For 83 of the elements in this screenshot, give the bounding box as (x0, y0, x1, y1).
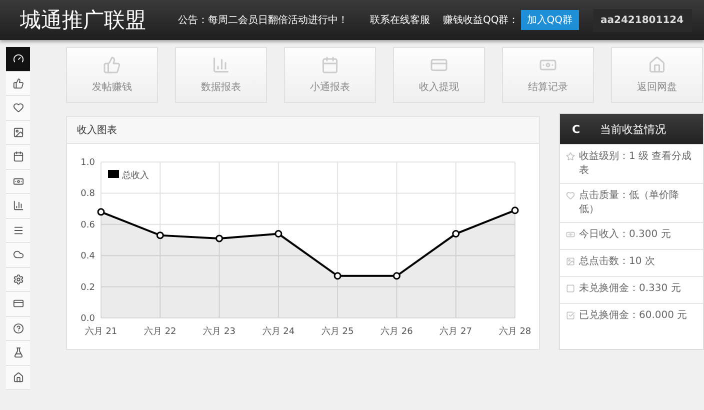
signal-icon (12, 200, 24, 212)
point (452, 230, 460, 238)
qq-group-label: 赚钱收益QQ群： (443, 14, 519, 27)
site-title: 城通推广联盟 (20, 7, 147, 34)
settings-icon (12, 274, 24, 285)
point (156, 232, 164, 240)
stat-text: 总点击数：10 次 (579, 255, 655, 269)
point (392, 272, 400, 280)
thumbs-up-icon (103, 56, 121, 74)
sidebar-item[interactable] (6, 292, 30, 316)
axis-label: 六月 26 (380, 327, 413, 337)
nav-tile[interactable]: 结算记录 (502, 47, 594, 103)
axis-label: 六月 23 (203, 327, 236, 337)
sidebar-item[interactable] (6, 170, 30, 194)
legend-swatch (108, 170, 119, 178)
axis-label: 0.2 (80, 282, 95, 293)
point (334, 272, 342, 280)
heart-icon (12, 102, 24, 114)
stat-text: 未兑换佣金：0.330 元 (579, 282, 681, 296)
sidebar-item[interactable] (6, 120, 30, 145)
axis-label: 0.8 (80, 189, 95, 200)
calendar-icon (12, 151, 24, 162)
square-icon (566, 284, 575, 293)
axis-label: 0.0 (80, 314, 95, 324)
sidebar-item[interactable] (6, 341, 30, 366)
nav-tile[interactable]: 小通报表 (284, 47, 376, 103)
join-qq-button[interactable]: 加入QQ群 (520, 10, 578, 30)
sidebar-item[interactable] (6, 268, 30, 292)
service-link[interactable]: 联系在线客服 (370, 13, 443, 27)
help-icon (12, 322, 24, 334)
thumbs-up-icon (12, 78, 24, 89)
axis-label: 六月 21 (84, 327, 118, 337)
username[interactable]: aa2421801124 (592, 8, 692, 32)
axis-label: 六月 24 (262, 327, 295, 337)
panel-title: 收入图表 (77, 124, 117, 137)
home-icon (12, 372, 24, 383)
menu-icon (12, 224, 24, 236)
cloud-icon (12, 249, 24, 260)
star-icon (566, 152, 575, 161)
sidebar-item[interactable] (6, 366, 30, 390)
nav-tile[interactable]: 收入提现 (393, 47, 485, 103)
point (511, 206, 519, 214)
point (274, 230, 282, 238)
axis-label: 0.4 (80, 252, 95, 262)
credit-card-icon (12, 298, 24, 310)
axis-label: 六月 25 (321, 327, 354, 337)
axis-label: 0.6 (80, 220, 95, 230)
banknote-icon (566, 230, 575, 239)
image-icon (12, 126, 24, 138)
home-icon (648, 56, 666, 74)
nav-tile[interactable]: 返回网盘 (611, 47, 703, 103)
dashboard-icon (12, 53, 24, 64)
nav-tile[interactable]: 数据报表 (175, 47, 267, 103)
axis-label: 六月 28 (498, 327, 531, 337)
stats-title: 当前收益情况 (600, 122, 666, 136)
heart-icon (566, 191, 575, 200)
axis-label: 1.0 (80, 158, 95, 168)
nav-tile[interactable]: 发帖赚钱 (66, 47, 158, 103)
flask-icon (12, 347, 24, 358)
legend-label: 总收入 (122, 171, 149, 181)
image-icon (566, 257, 575, 266)
point (216, 234, 224, 242)
stat-text: 已兑换佣金：60.000 元 (579, 309, 688, 323)
sidebar-item[interactable] (6, 194, 30, 218)
sidebar-item[interactable] (6, 72, 30, 96)
refresh-icon[interactable]: C (572, 122, 580, 136)
stat-text: 收益级别：1 级 查看分成表 (579, 150, 693, 178)
sidebar-item[interactable] (6, 243, 30, 268)
calendar-icon (321, 56, 339, 74)
sidebar-item[interactable] (6, 145, 30, 170)
credit-card-icon (430, 56, 448, 74)
stat-text: 今日收入：0.300 元 (579, 228, 671, 242)
stat-text: 点击质量：低（单价降低） (579, 189, 680, 217)
checkbox-icon (566, 311, 575, 320)
axis-label: 六月 22 (144, 327, 176, 337)
point (97, 208, 105, 216)
sidebar-item[interactable] (6, 316, 30, 341)
axis-label: 六月 27 (440, 327, 472, 337)
sidebar-item[interactable] (6, 47, 30, 72)
bar-chart-icon (212, 56, 230, 74)
banknote-icon (12, 176, 24, 187)
sidebar-item[interactable] (6, 218, 30, 243)
notice-text: 公告：每周二会员日翻倍活动进行中！ (178, 14, 349, 27)
